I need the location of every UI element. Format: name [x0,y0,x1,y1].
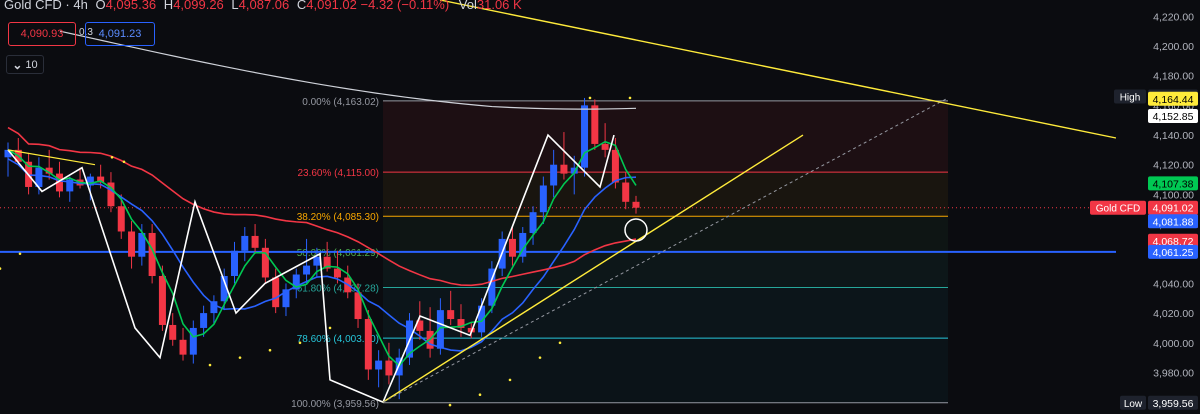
candle-body [158,276,166,325]
symbol-title: Gold CFD · 4h [4,0,88,12]
price-axis-tick-label: 4,200.00 [1153,41,1194,53]
candle-body [169,324,177,340]
price-axis-tick-label: 4,040.00 [1153,278,1194,290]
indicators-count: 10 [25,58,38,71]
candle-body [333,268,341,278]
candle-body [550,164,558,186]
open-value: 4,095.36 [105,0,157,12]
sar-dot [508,378,512,382]
candle-body [385,360,393,376]
sar-dot [448,403,452,407]
price-label-value: 4,164.44 [1153,94,1194,106]
candle-body [560,164,568,174]
volume-value: 31.06 K [476,0,522,12]
legend-header: Gold CFD · 4h O4,095.36 H4,099.26 L4,087… [4,0,522,12]
candle-body [375,360,383,370]
candle-body [611,149,619,183]
price-label-value: 4,081.88 [1153,216,1194,228]
price-label-tag-text: Gold CFD [1096,204,1140,215]
candle-body [447,310,455,320]
candle-body [313,256,321,266]
price-axis-tick-label: 4,000.00 [1153,338,1194,350]
price-axis-tick-label: 4,140.00 [1153,130,1194,142]
price-axis-tick-label: 4,180.00 [1153,71,1194,83]
sar-dot [558,341,562,345]
sar-dot [478,393,482,397]
fib-zone [383,172,948,217]
candle-body [128,231,136,257]
sar-dot [538,356,542,359]
candle-body [179,339,187,355]
candle-body [251,235,259,248]
fib-level-label: 100.00% (3,959.56) [291,399,379,410]
candle-body [539,185,547,213]
price-axis-tick-label: 3,980.00 [1153,367,1194,379]
fib-level-label: 0.00% (4,163.02) [302,97,379,108]
sell-button[interactable]: 4,090.93 [8,22,76,46]
candle-body [200,313,208,328]
sar-dot [298,341,302,345]
price-label-tag-text: Low [1124,399,1143,410]
candle-body [230,250,238,276]
sar-dot [18,252,22,256]
fib-level-label: 61.80% (4,037.28) [297,283,379,294]
sar-dot [208,363,212,367]
buy-button[interactable]: 4,091.23 [85,22,155,46]
price-axis-tick-label: 4,120.00 [1153,160,1194,172]
fib-zone [383,100,948,173]
sar-dot [110,155,114,159]
candle-body [272,277,280,308]
sar-dot [628,96,632,100]
low-value: 4,087.06 [238,0,290,12]
fib-zone [383,251,948,288]
candle-body [622,182,630,202]
candle-body [241,235,249,251]
sar-dot [268,348,272,352]
close-value: 4,091.02 [306,0,357,12]
candle-body [364,319,372,370]
fib-zone [383,216,948,252]
fib-level-label: 38.20% (4,085.30) [297,212,379,223]
price-label-value: 4,107.38 [1153,178,1194,190]
candle-body [189,327,197,355]
price-axis-tick-label: 4,220.00 [1153,11,1194,23]
sar-dot [0,267,2,270]
change-value: −4.32 (−0.11%) [360,0,450,12]
candle-body [601,143,609,150]
candle-body [303,265,311,275]
indicators-toggle-button[interactable]: ⌄ 10 [6,55,44,74]
price-label-value: 4,061.25 [1153,247,1194,259]
sar-dot [588,96,592,100]
candle-body [591,105,599,144]
high-value: 4,099.26 [173,0,224,12]
price-axis-tick-label: 4,020.00 [1153,308,1194,320]
fib-level-label: 23.60% (4,115.00) [297,168,379,179]
candle-body [632,201,640,208]
price-label-tag-text: High [1120,93,1141,104]
sar-dot [122,160,126,164]
price-label-value: 3,959.56 [1153,398,1194,410]
chevron-down-icon: ⌄ [12,57,23,72]
sar-dot [238,356,242,359]
price-axis-tick-label: 4,100.00 [1153,189,1194,201]
candle-body [508,238,516,257]
candle-body [529,212,537,233]
price-chart[interactable]: 0.00% (4,163.02) 23.60% (4,115.00) 38.20% … [0,0,1200,414]
candle-body [117,206,125,232]
fib-zone [383,287,948,339]
sar-dot [328,326,332,330]
price-label-value: 4,091.02 [1153,203,1194,215]
price-label-value: 4,152.85 [1153,111,1194,123]
